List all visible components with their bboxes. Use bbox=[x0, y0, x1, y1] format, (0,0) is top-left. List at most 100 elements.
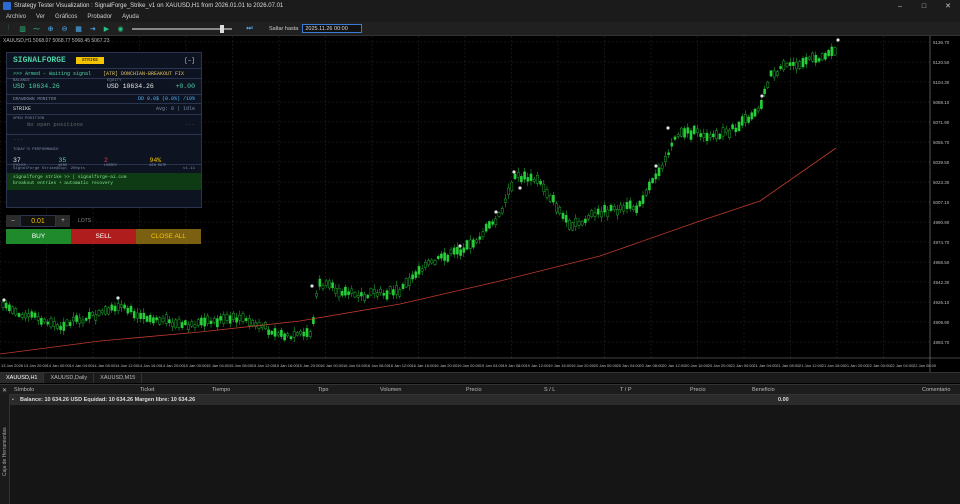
balance-row-terminal[interactable]: ▪ Balance: 10 634.26 USD Equidad: 10 634… bbox=[0, 395, 960, 405]
pause-icon[interactable]: ◉ bbox=[115, 24, 126, 34]
lot-plus-button[interactable]: + bbox=[56, 215, 70, 227]
close-button[interactable]: ✕ bbox=[936, 0, 960, 12]
candle-body bbox=[344, 286, 347, 296]
candle-chart-icon[interactable]: ▥ bbox=[17, 24, 28, 34]
candle-body bbox=[500, 208, 504, 214]
candle-body bbox=[510, 181, 514, 192]
candle-body bbox=[353, 292, 357, 298]
menu-archivo[interactable]: Archivo bbox=[6, 14, 26, 20]
candle-body bbox=[369, 288, 373, 296]
candle-body bbox=[388, 286, 392, 294]
col-simbolo[interactable]: Símbolo bbox=[14, 387, 34, 393]
trade-marker bbox=[458, 244, 462, 248]
maximize-button[interactable]: □ bbox=[912, 0, 936, 12]
candle-body bbox=[798, 61, 802, 69]
candle-body bbox=[24, 312, 27, 319]
candle-body bbox=[228, 315, 232, 324]
col-precio-actual[interactable]: Precio bbox=[690, 387, 706, 393]
autoscroll-icon[interactable]: ⇥ bbox=[87, 24, 98, 34]
col-tp[interactable]: T / P bbox=[620, 387, 632, 393]
menu-graficos[interactable]: Gráficos bbox=[55, 14, 77, 20]
lot-minus-button[interactable]: – bbox=[6, 215, 20, 227]
col-volumen[interactable]: Volumen bbox=[380, 387, 401, 393]
col-tiempo[interactable]: Tiempo bbox=[212, 387, 230, 393]
buy-button[interactable]: BUY bbox=[6, 229, 71, 244]
col-comentario[interactable]: Comentario bbox=[922, 387, 950, 393]
time-tick-label: 22 Jan 04:00 bbox=[890, 363, 914, 368]
sell-button[interactable]: SELL bbox=[71, 229, 136, 244]
lot-label: LOTS bbox=[78, 218, 92, 224]
time-tick-label: 19 Jan 04:00 bbox=[480, 363, 504, 368]
candle-body bbox=[72, 316, 75, 322]
menu-ayuda[interactable]: Ayuda bbox=[122, 14, 139, 20]
candle-body bbox=[235, 317, 238, 323]
candle-body bbox=[750, 112, 754, 120]
date-input[interactable]: 2025.11.26 00:00 bbox=[302, 24, 363, 33]
collapse-button[interactable]: [–] bbox=[184, 57, 195, 64]
candle-body bbox=[705, 132, 709, 141]
time-tick-label: 21 Jan 12:00 bbox=[799, 363, 823, 368]
candle-body bbox=[552, 195, 555, 203]
col-ticket[interactable]: Ticket bbox=[140, 387, 154, 393]
candle-body bbox=[190, 321, 194, 327]
menu-ver[interactable]: Ver bbox=[36, 14, 45, 20]
time-tick-label: 14 Jan 00:00 bbox=[47, 363, 71, 368]
zoom-in-icon[interactable]: ⊕ bbox=[45, 24, 56, 34]
candle-body bbox=[280, 329, 283, 337]
time-tick-label: 15 Jan 20:00 bbox=[297, 363, 321, 368]
zoom-out-icon[interactable]: ⊖ bbox=[59, 24, 70, 34]
candle-body bbox=[209, 320, 213, 325]
tab-xauusd-daily[interactable]: XAUUSD,Daily bbox=[44, 373, 95, 383]
signature-right: v1.11 bbox=[182, 167, 195, 171]
candle-body bbox=[561, 213, 565, 219]
col-sl[interactable]: S / L bbox=[544, 387, 555, 393]
candle-body bbox=[161, 317, 165, 322]
candle-body bbox=[459, 249, 462, 256]
candle-body bbox=[417, 266, 421, 275]
candle-body bbox=[619, 204, 622, 211]
line-chart-icon[interactable]: ⁓ bbox=[31, 24, 42, 34]
candle-body bbox=[104, 306, 107, 315]
time-tick-label: 15 Jan 08:00 bbox=[229, 363, 253, 368]
time-tick-label: 19 Jan 08:00 bbox=[503, 363, 527, 368]
terminal-close-icon[interactable]: ✕ bbox=[2, 387, 7, 394]
col-precio[interactable]: Precio bbox=[466, 387, 482, 393]
candle-body bbox=[315, 293, 318, 297]
lot-input[interactable]: 0.01 bbox=[20, 215, 56, 227]
candle-body bbox=[107, 307, 110, 315]
tab-xauusd-h1[interactable]: XAUUSD,H1 bbox=[0, 373, 45, 383]
perf-value: 35 bbox=[58, 157, 67, 164]
menu-probador[interactable]: Probador bbox=[87, 14, 112, 20]
grid-icon[interactable]: ▦ bbox=[73, 24, 84, 34]
play-icon[interactable]: ▶ bbox=[101, 24, 112, 34]
candle-body bbox=[356, 295, 360, 298]
candle-body bbox=[763, 88, 766, 95]
speed-slider-thumb[interactable] bbox=[220, 24, 224, 33]
candle-body bbox=[30, 311, 34, 318]
candle-body bbox=[728, 129, 731, 139]
candle-body bbox=[401, 283, 405, 289]
tab-xauusd-m15[interactable]: XAUUSD,M15 bbox=[94, 373, 143, 383]
candle-body bbox=[590, 210, 594, 217]
candle-body bbox=[472, 239, 475, 248]
bar-chart-icon[interactable]: ⫶ bbox=[3, 24, 14, 34]
candle-body bbox=[564, 214, 568, 223]
candle-body bbox=[152, 317, 155, 324]
toolbox-side-tab[interactable]: Caja de Herramientas bbox=[0, 394, 10, 504]
col-beneficio[interactable]: Beneficio bbox=[752, 387, 775, 393]
close-all-button[interactable]: CLOSE ALL bbox=[136, 229, 201, 244]
candle-body bbox=[539, 181, 542, 185]
skip-icon[interactable]: ⏭ bbox=[244, 24, 255, 34]
speed-slider[interactable] bbox=[132, 24, 232, 33]
candle-body bbox=[436, 256, 440, 260]
candle-body bbox=[699, 133, 702, 137]
toolbar: ⫶ ▥ ⁓ ⊕ ⊖ ▦ ⇥ ▶ ◉ ⏭ Saltar hasta 2025.11… bbox=[0, 22, 960, 36]
candle-body bbox=[408, 277, 411, 286]
col-tipo[interactable]: Tipo bbox=[318, 387, 329, 393]
open-position-none: No open positions bbox=[27, 121, 84, 128]
minimize-button[interactable]: – bbox=[888, 0, 912, 12]
candle-body bbox=[664, 156, 667, 162]
candle-body bbox=[686, 127, 690, 134]
time-tick-label: 19 Jan 16:00 bbox=[548, 363, 572, 368]
candle-body bbox=[193, 324, 197, 328]
